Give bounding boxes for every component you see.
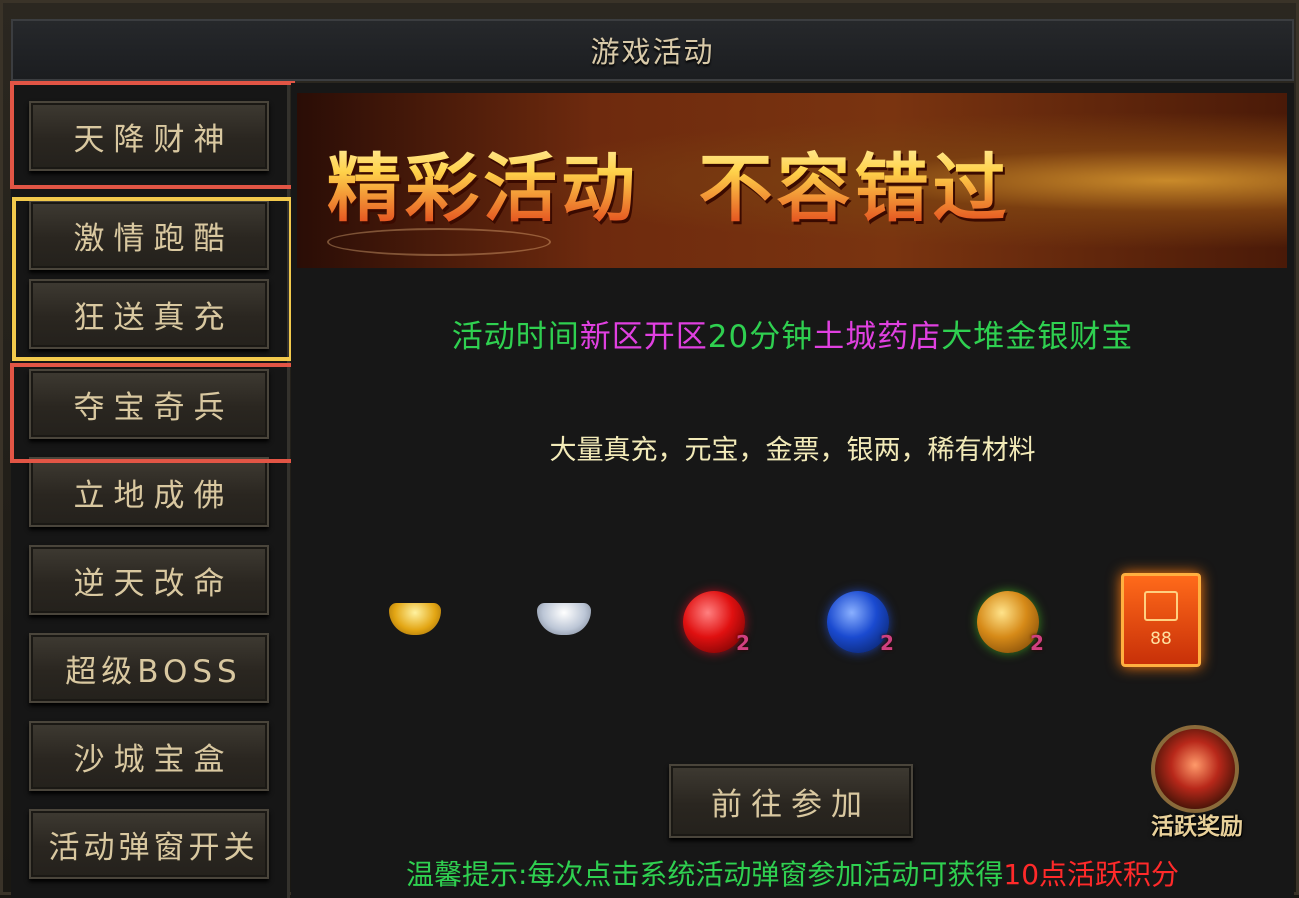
info-prize: 大堆金银财宝 (941, 319, 1134, 355)
tip-text: 温馨提示:每次点击系统活动弹窗参加活动可获得 (405, 858, 1004, 891)
red-card-icon: 88 (1121, 573, 1201, 667)
card-seal-icon (1144, 591, 1178, 621)
active-reward-label: 活跃奖励 (1151, 814, 1243, 840)
reward-icons: 2 2 2 88 (291, 573, 1294, 703)
activity-banner: 精彩活动 不容错过 (297, 93, 1287, 268)
sidebar-item-super-boss[interactable]: 超级BOSS (29, 633, 269, 703)
title-bar: 游戏活动 (11, 19, 1294, 81)
active-reward-button[interactable]: 活跃奖励 (1139, 725, 1255, 840)
info-location: 土城药店 (813, 319, 942, 355)
window-title: 游戏活动 (590, 35, 715, 69)
sidebar-item-popup-toggle[interactable]: 活动弹窗开关 (29, 809, 269, 879)
sidebar-item-duobaoqibing[interactable]: 夺宝奇兵 (29, 369, 269, 439)
activity-panel: 精彩活动 不容错过 活动时间新区开区20分钟土城药店大堆金银财宝 大量真充，元宝… (291, 83, 1294, 898)
join-activity-label: 前往参加 (711, 786, 871, 823)
blue-orb-badge: 2 (880, 631, 894, 655)
gold-ingot-icon (389, 603, 441, 635)
info-event: 新区开区 (579, 319, 708, 355)
info-time: 20分钟 (707, 319, 814, 355)
sidebar-item-lidichengfo[interactable]: 立地成佛 (29, 457, 269, 527)
rewards-description: 大量真充，元宝，金票，银两，稀有材料 (549, 435, 1036, 466)
activity-sidebar: 天降财神 激情跑酷 狂送真充 夺宝奇兵 立地成佛 逆天改命 超级BOSS 沙城宝… (10, 81, 295, 898)
sidebar-item-nitiangaiming[interactable]: 逆天改命 (29, 545, 269, 615)
card-value: 88 (1150, 629, 1172, 649)
game-activity-window: 游戏活动 天降财神 激情跑酷 狂送真充 夺宝奇兵 立地成佛 逆天改命 超级BOS… (0, 0, 1299, 898)
info-label: 活动时间 (451, 319, 580, 355)
banner-heading: 精彩活动 不容错过 (327, 129, 1011, 236)
tip-line: 温馨提示:每次点击系统活动弹窗参加活动可获得10点活跃积分 (291, 853, 1294, 893)
silver-ingot-icon (537, 603, 591, 635)
sidebar-item-tianjiangcaishen[interactable]: 天降财神 (29, 101, 269, 171)
join-activity-button[interactable]: 前往参加 (669, 764, 913, 838)
sidebar-item-kuangsongzhenchong[interactable]: 狂送真充 (29, 279, 269, 349)
tip-highlight: 10点活跃积分 (1003, 858, 1180, 891)
gold-orb-badge: 2 (1030, 631, 1044, 655)
red-orb-badge: 2 (736, 631, 750, 655)
sidebar-item-jiqingpaoku[interactable]: 激情跑酷 (29, 200, 269, 270)
active-reward-emblem-icon (1151, 725, 1239, 813)
sidebar-item-shachengbaohe[interactable]: 沙城宝盒 (29, 721, 269, 791)
activity-time-line: 活动时间新区开区20分钟土城药店大堆金银财宝 (291, 311, 1294, 356)
